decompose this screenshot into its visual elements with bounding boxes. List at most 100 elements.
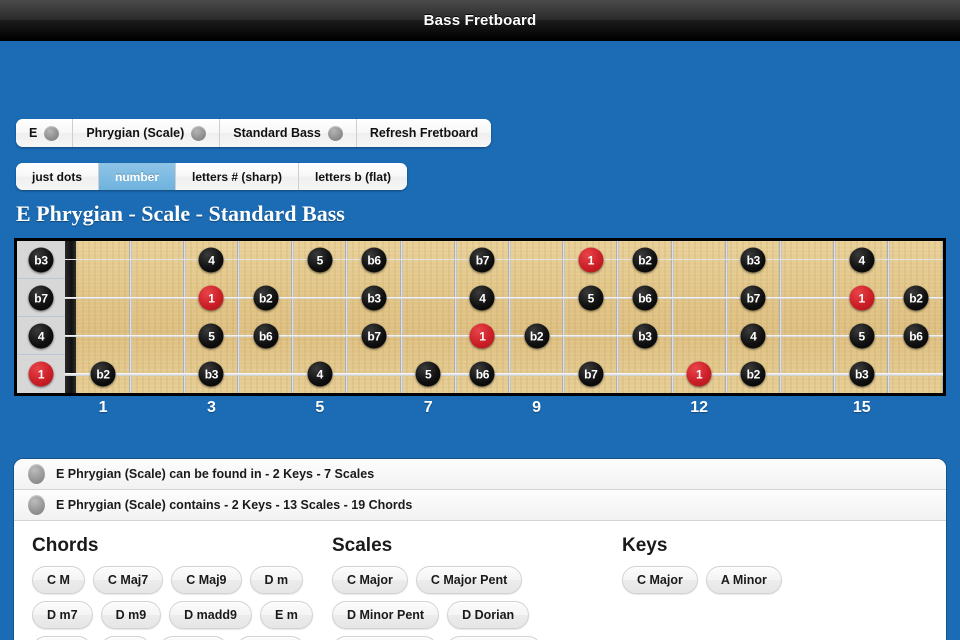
- keys-heading: Keys: [622, 535, 668, 556]
- note-A-11[interactable]: b3: [632, 323, 658, 349]
- selector-button-2[interactable]: Standard Bass: [220, 119, 357, 147]
- info-row-list: E Phrygian (Scale) can be found in - 2 K…: [14, 459, 946, 521]
- chord-pill-3[interactable]: D m: [249, 566, 304, 594]
- note-G-10[interactable]: 1: [578, 247, 604, 273]
- fret-line-8: [508, 241, 511, 393]
- scale-pill-5[interactable]: E Phrygian: [446, 636, 542, 640]
- note-A-4[interactable]: b6: [253, 323, 279, 349]
- fret-number-3: 3: [207, 399, 216, 416]
- scale-pill-1[interactable]: C Major Pent: [415, 566, 523, 594]
- fret-line-1: [128, 241, 132, 393]
- note-G-8[interactable]: b7: [469, 247, 495, 273]
- note-G-11[interactable]: b2: [632, 247, 658, 273]
- info-bullet-icon: [28, 464, 45, 484]
- fret-line-11: [670, 241, 674, 393]
- string-line-E: [65, 373, 943, 377]
- display-mode-label: just dots: [32, 169, 82, 184]
- fretboard[interactable]: b3 4 5 b6 b7 1 b2 b3 4 b7 1 b2 b3 4 5 b6 b7 1 b2 4 5 b6 b7 1 b2 b…: [17, 241, 943, 393]
- note-G-15[interactable]: 4: [849, 247, 875, 273]
- chord-pill-6[interactable]: D madd9: [169, 601, 252, 629]
- fret-line-13: [778, 241, 782, 393]
- note-G-6[interactable]: b6: [361, 247, 387, 273]
- display-mode-label: letters b (flat): [315, 169, 392, 184]
- open-note-D[interactable]: b7: [28, 285, 54, 311]
- display-mode-tab-3[interactable]: letters b (flat): [299, 163, 408, 190]
- scale-pill-0[interactable]: C Major: [332, 566, 408, 594]
- note-A-16[interactable]: b6: [903, 323, 929, 349]
- note-G-3[interactable]: 4: [198, 247, 224, 273]
- note-D-11[interactable]: b6: [632, 285, 658, 311]
- dropdown-dot-icon: [191, 125, 207, 141]
- key-pill-1[interactable]: A Minor: [705, 566, 782, 594]
- chord-pill-8[interactable]: E m7: [32, 636, 92, 640]
- note-D-15[interactable]: 1: [849, 285, 875, 311]
- note-D-6[interactable]: b3: [361, 285, 387, 311]
- note-G-13[interactable]: b3: [740, 247, 766, 273]
- note-E-15[interactable]: b3: [849, 361, 875, 387]
- note-D-8[interactable]: 4: [469, 285, 495, 311]
- display-mode-tab-2[interactable]: letters # (sharp): [176, 163, 300, 190]
- chord-pill-5[interactable]: D m9: [100, 601, 162, 629]
- window-title: Bass Fretboard: [423, 11, 537, 29]
- open-note-E[interactable]: 1: [28, 361, 54, 387]
- fret-number-1: 1: [98, 399, 108, 416]
- selector-button-3[interactable]: Refresh Fretboard: [356, 119, 492, 147]
- open-note-G[interactable]: b3: [28, 247, 54, 273]
- chord-pill-1[interactable]: C Maj7: [92, 566, 164, 594]
- fret-line-9: [562, 241, 566, 393]
- note-A-15[interactable]: 5: [849, 323, 875, 349]
- fret-line-3: [237, 241, 241, 393]
- note-E-7[interactable]: 5: [415, 361, 441, 387]
- scales-heading: Scales: [332, 535, 393, 556]
- string-line-A: [65, 335, 943, 338]
- note-D-4[interactable]: b2: [253, 285, 279, 311]
- scale-pill-3[interactable]: D Dorian: [447, 601, 530, 629]
- note-E-5[interactable]: 4: [307, 361, 333, 387]
- note-A-9[interactable]: b2: [524, 323, 550, 349]
- note-A-13[interactable]: 4: [740, 323, 766, 349]
- key-pill-0[interactable]: C Major: [622, 566, 698, 594]
- fret-number-15: 15: [852, 399, 871, 416]
- note-D-3[interactable]: 1: [198, 285, 224, 311]
- chord-pill-11[interactable]: F Maj9: [236, 636, 306, 640]
- note-A-3[interactable]: 5: [198, 323, 224, 349]
- fret-line-12: [724, 241, 728, 393]
- display-mode-tab-1[interactable]: number: [99, 163, 177, 190]
- note-D-13[interactable]: b7: [740, 285, 766, 311]
- selector-button-1[interactable]: Phrygian (Scale): [73, 119, 221, 147]
- scales-pill-list: C MajorC Major Pent D Minor PentD Dorian E…: [332, 566, 622, 640]
- string-line-D: [65, 297, 943, 299]
- chord-pill-2[interactable]: C Maj9: [171, 566, 242, 594]
- fret-line-6: [399, 241, 403, 393]
- display-mode-tab-0[interactable]: just dots: [16, 163, 99, 190]
- chord-pill-9[interactable]: F M: [99, 636, 152, 640]
- selector-toolbar: E Phrygian (Scale) Standard Bass Refresh Fr…: [16, 119, 492, 147]
- open-note-A[interactable]: 4: [28, 323, 54, 349]
- note-E-8[interactable]: b6: [469, 361, 495, 387]
- note-D-10[interactable]: 5: [578, 285, 604, 311]
- info-row-label: E Phrygian (Scale) contains - 2 Keys - 1…: [56, 498, 413, 512]
- info-row-0[interactable]: E Phrygian (Scale) can be found in - 2 K…: [14, 459, 946, 490]
- display-mode-toolbar: just dots number letters # (sharp) letters …: [16, 163, 408, 190]
- selector-label: E: [29, 126, 38, 140]
- scale-pill-4[interactable]: E Minor Pent: [332, 636, 439, 640]
- chord-pill-7[interactable]: E m: [259, 601, 313, 629]
- note-E-13[interactable]: b2: [740, 361, 766, 387]
- selector-button-0[interactable]: E: [16, 119, 74, 147]
- note-E-1[interactable]: b2: [90, 361, 116, 387]
- note-A-6[interactable]: b7: [361, 323, 387, 349]
- dropdown-dot-icon: [327, 125, 343, 141]
- note-A-8[interactable]: 1: [469, 323, 495, 349]
- chord-pill-0[interactable]: C M: [32, 566, 85, 594]
- scale-pill-2[interactable]: D Minor Pent: [332, 601, 440, 629]
- note-E-10[interactable]: b7: [578, 361, 604, 387]
- chord-pill-10[interactable]: F Maj7: [159, 636, 229, 640]
- details-panel: E Phrygian (Scale) can be found in - 2 K…: [14, 459, 946, 640]
- note-E-3[interactable]: b3: [198, 361, 224, 387]
- chord-pill-4[interactable]: D m7: [32, 601, 93, 629]
- scales-column: Scales C Major C Major Pent D Minor Pent D …: [332, 535, 622, 640]
- note-D-16[interactable]: b2: [903, 285, 929, 311]
- note-G-5[interactable]: 5: [307, 247, 333, 273]
- info-row-1[interactable]: E Phrygian (Scale) contains - 2 Keys - 1…: [14, 490, 946, 521]
- note-E-12[interactable]: 1: [686, 361, 712, 387]
